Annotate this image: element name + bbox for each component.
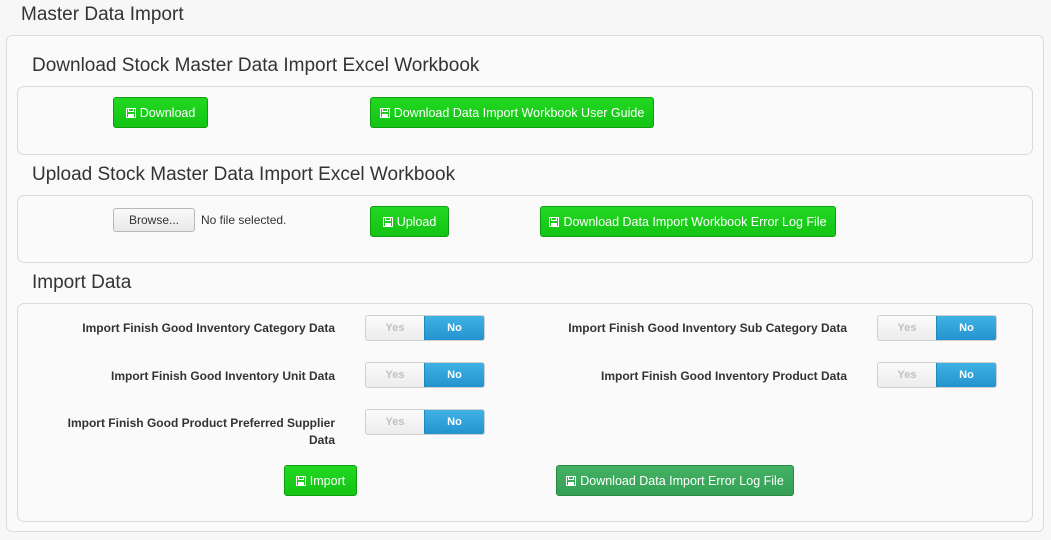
- toggle-label-category: Import Finish Good Inventory Category Da…: [82, 321, 335, 335]
- download-button-label: Download: [139, 105, 196, 120]
- browse-button[interactable]: Browse...: [113, 208, 195, 232]
- import-button[interactable]: Import: [284, 465, 357, 496]
- toggle-no-option[interactable]: No: [936, 363, 996, 387]
- floppy-disk-icon: [549, 216, 560, 227]
- toggle-unit[interactable]: Yes No: [365, 362, 485, 388]
- toggle-label-product: Import Finish Good Inventory Product Dat…: [600, 369, 847, 383]
- download-section-title: Download Stock Master Data Import Excel …: [32, 55, 480, 76]
- file-status: No file selected.: [201, 213, 287, 227]
- download-import-error-log-label: Download Data Import Error Log File: [580, 473, 784, 488]
- toggle-sub-category[interactable]: Yes No: [877, 315, 997, 341]
- toggle-no-option[interactable]: No: [424, 363, 484, 387]
- toggle-yes-option[interactable]: Yes: [878, 316, 936, 340]
- toggle-label-unit: Import Finish Good Inventory Unit Data: [110, 369, 335, 383]
- toggle-yes-option[interactable]: Yes: [878, 363, 936, 387]
- upload-button[interactable]: Upload: [370, 206, 449, 237]
- toggle-no-option[interactable]: No: [936, 316, 996, 340]
- toggle-yes-option[interactable]: Yes: [366, 410, 424, 434]
- download-import-error-log-button[interactable]: Download Data Import Error Log File: [556, 465, 794, 496]
- floppy-disk-icon: [295, 475, 306, 486]
- floppy-disk-icon: [379, 107, 390, 118]
- download-workbook-error-log-label: Download Data Import Workbook Error Log …: [563, 214, 827, 229]
- toggle-label-sub-category: Import Finish Good Inventory Sub Categor…: [568, 321, 847, 335]
- toggle-category[interactable]: Yes No: [365, 315, 485, 341]
- page-title: Master Data Import: [21, 4, 184, 25]
- download-button[interactable]: Download: [113, 97, 208, 128]
- toggle-no-option[interactable]: No: [424, 410, 484, 434]
- floppy-disk-icon: [382, 216, 393, 227]
- import-button-label: Import: [309, 473, 346, 488]
- toggle-preferred-supplier[interactable]: Yes No: [365, 409, 485, 435]
- upload-button-label: Upload: [396, 214, 437, 229]
- import-section-title: Import Data: [32, 272, 132, 293]
- toggle-no-option[interactable]: No: [424, 316, 484, 340]
- floppy-disk-icon: [125, 107, 136, 118]
- download-user-guide-label: Download Data Import Workbook User Guide: [393, 105, 645, 120]
- toggle-yes-option[interactable]: Yes: [366, 316, 424, 340]
- upload-section-title: Upload Stock Master Data Import Excel Wo…: [32, 164, 456, 185]
- toggle-product[interactable]: Yes No: [877, 362, 997, 388]
- toggle-label-preferred-supplier: Import Finish Good Product Preferred Sup…: [67, 416, 335, 447]
- download-user-guide-button[interactable]: Download Data Import Workbook User Guide: [370, 97, 654, 128]
- toggle-yes-option[interactable]: Yes: [366, 363, 424, 387]
- download-workbook-error-log-button[interactable]: Download Data Import Workbook Error Log …: [540, 206, 836, 237]
- floppy-disk-icon: [566, 475, 577, 486]
